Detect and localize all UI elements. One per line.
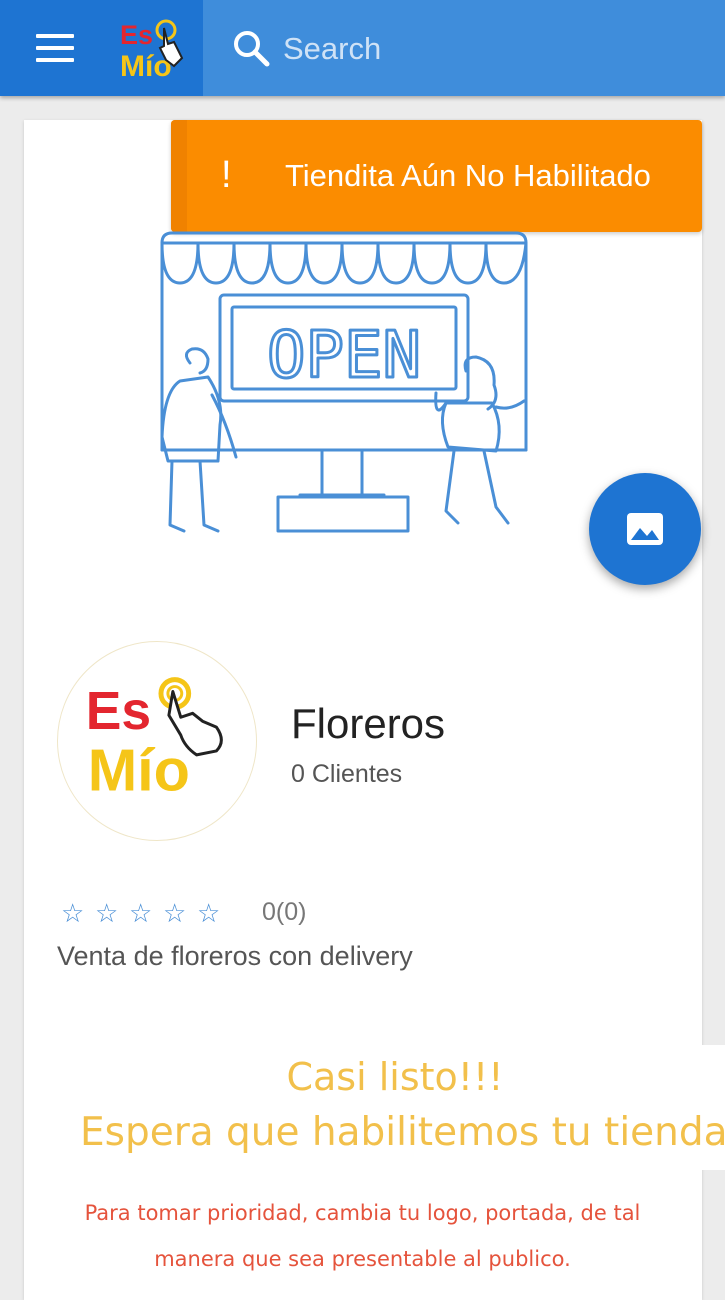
rating-stars[interactable]: ☆ ☆ ☆ ☆ ☆ xyxy=(61,898,231,928)
store-logo-line1: Es xyxy=(86,682,151,741)
open-sign-text: OPEN xyxy=(267,319,421,393)
open-sign: OPEN xyxy=(218,293,470,403)
search-bar[interactable] xyxy=(203,0,725,96)
star-outline-icon[interactable]: ☆ xyxy=(163,898,193,928)
person-left xyxy=(160,347,238,533)
store-cover-image: OPEN xyxy=(160,231,528,533)
store-disabled-banner: ! Tiendita Aún No Habilitado xyxy=(171,120,702,232)
rating-count: 0(0) xyxy=(262,898,307,926)
store-description: Venta de floreros con delivery xyxy=(57,941,413,971)
app-logo[interactable]: Es Mío xyxy=(116,14,190,82)
search-icon[interactable] xyxy=(231,28,271,68)
store-name: Floreros xyxy=(291,700,446,747)
store-clients-count: 0 Clientes xyxy=(291,760,403,788)
notice-heading: Casi listo!!! xyxy=(286,1055,504,1099)
banner-accent xyxy=(171,120,187,232)
star-outline-icon[interactable]: ☆ xyxy=(61,898,91,928)
app-logo-line1: Es xyxy=(120,20,153,50)
notice-subheading: Espera que habilitemos tu tienda xyxy=(80,1110,725,1155)
store-logo[interactable]: Es Mío xyxy=(57,641,257,841)
app-bar: Es Mío xyxy=(0,0,725,96)
star-outline-icon[interactable]: ☆ xyxy=(197,898,227,928)
image-icon xyxy=(627,513,663,545)
banner-text: Tiendita Aún No Habilitado xyxy=(285,158,651,193)
star-outline-icon[interactable]: ☆ xyxy=(129,898,159,928)
star-outline-icon[interactable]: ☆ xyxy=(95,898,125,928)
hamburger-menu-icon[interactable] xyxy=(36,34,76,64)
stand xyxy=(276,448,410,533)
exclamation-icon: ! xyxy=(221,154,232,196)
priority-hint: Para tomar prioridad, cambia tu logo, po… xyxy=(84,1201,641,1271)
person-right xyxy=(434,355,526,525)
change-cover-button[interactable] xyxy=(589,473,701,585)
search-input[interactable] xyxy=(283,26,703,72)
store-logo-line2: Mío xyxy=(88,737,190,804)
